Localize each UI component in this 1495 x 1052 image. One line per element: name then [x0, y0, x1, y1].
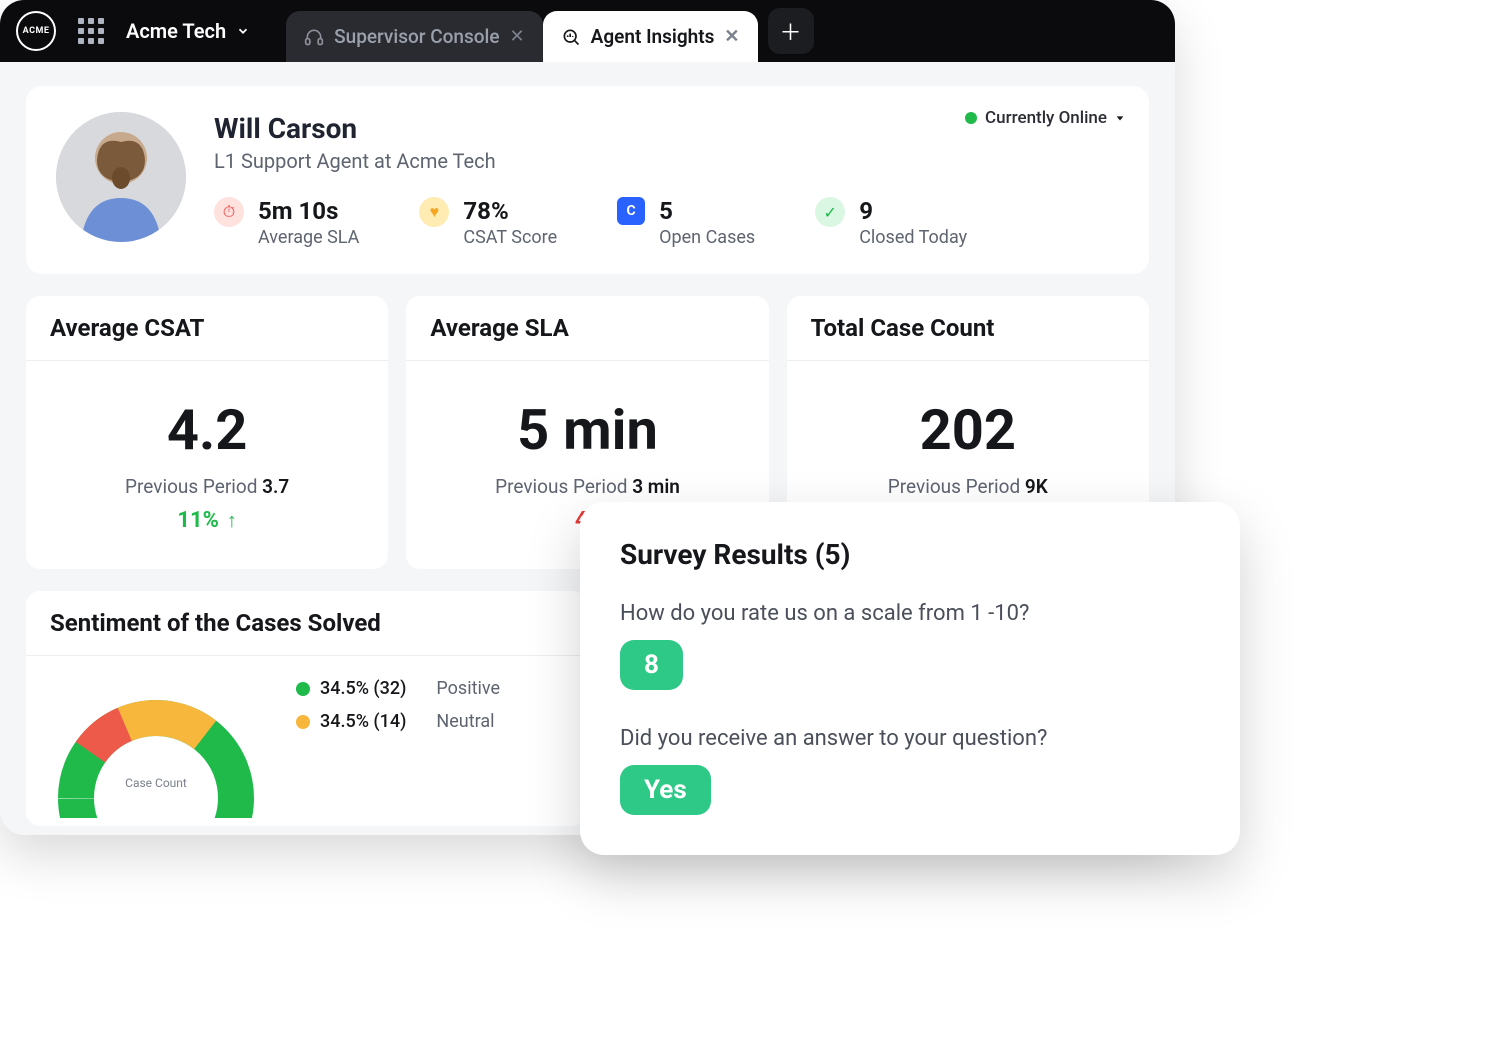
metric-value: 5 [659, 197, 755, 225]
survey-title: Survey Results (5) [620, 538, 1200, 571]
arrow-up-icon: ↑ [227, 508, 237, 533]
close-icon[interactable]: ✕ [724, 26, 739, 47]
legend-item-positive: 34.5% (32) Positive [296, 678, 500, 699]
survey-item: How do you rate us on a scale from 1 -10… [620, 601, 1200, 726]
survey-question: Did you receive an answer to your questi… [620, 726, 1200, 751]
survey-question: How do you rate us on a scale from 1 -10… [620, 601, 1200, 626]
metric-csat: ♥ 78%CSAT Score [419, 197, 557, 248]
profile-info: Will Carson L1 Support Agent at Acme Tec… [214, 112, 1119, 248]
avatar [56, 112, 186, 242]
kpi-previous: Previous Period 3.7 [125, 475, 289, 498]
kpi-previous: Previous Period 3 min [495, 475, 680, 498]
metric-avg-sla: ⏱ 5m 10sAverage SLA [214, 197, 359, 248]
kpi-title: Average SLA [406, 296, 768, 361]
org-name: Acme Tech [126, 19, 226, 43]
tab-bar: Supervisor Console ✕ Agent Insights ✕ ＋ [286, 0, 813, 62]
brand-logo-text: ACME [23, 26, 50, 36]
sentiment-legend: 34.5% (32) Positive 34.5% (14) Neutral [296, 678, 500, 732]
profile-card: Will Carson L1 Support Agent at Acme Tec… [26, 86, 1149, 274]
caret-down-icon [1115, 113, 1125, 123]
metric-value: 5m 10s [258, 197, 359, 225]
kpi-previous: Previous Period 9K [888, 475, 1048, 498]
tab-label: Agent Insights [591, 25, 715, 48]
chevron-down-icon [236, 24, 250, 38]
kpi-value: 4.2 [167, 397, 248, 463]
survey-results-popup: Survey Results (5) How do you rate us on… [580, 502, 1240, 855]
sentiment-donut-chart: Case Count [46, 678, 266, 818]
metric-value: 9 [859, 197, 967, 225]
headset-icon [304, 27, 324, 47]
tab-supervisor-console[interactable]: Supervisor Console ✕ [286, 11, 543, 62]
metric-open-cases: C 5Open Cases [617, 197, 755, 248]
status-label: Currently Online [985, 108, 1107, 128]
close-icon[interactable]: ✕ [510, 26, 525, 47]
add-tab-button[interactable]: ＋ [768, 8, 814, 54]
stopwatch-icon: ⏱ [214, 197, 244, 227]
kpi-avg-csat: Average CSAT 4.2 Previous Period 3.7 11%… [26, 296, 388, 569]
tab-agent-insights[interactable]: Agent Insights ✕ [543, 11, 758, 62]
status-selector[interactable]: Currently Online [965, 108, 1125, 128]
metric-label: Closed Today [859, 227, 967, 248]
legend-dot-icon [296, 715, 310, 729]
kpi-title: Average CSAT [26, 296, 388, 361]
sentiment-title: Sentiment of the Cases Solved [26, 591, 586, 656]
metric-label: CSAT Score [463, 227, 557, 248]
case-icon: C [617, 197, 645, 225]
survey-item: Did you receive an answer to your questi… [620, 726, 1200, 815]
status-dot-icon [965, 112, 977, 124]
profile-metrics: ⏱ 5m 10sAverage SLA ♥ 78%CSAT Score C 5O… [214, 197, 1119, 248]
metric-value: 78% [463, 197, 557, 225]
brand-logo[interactable]: ACME [16, 11, 56, 51]
survey-answer: 8 [620, 640, 683, 690]
org-switcher[interactable]: Acme Tech [126, 19, 250, 43]
tab-label: Supervisor Console [334, 25, 499, 48]
agent-role: L1 Support Agent at Acme Tech [214, 149, 1119, 173]
kpi-value: 5 min [517, 397, 658, 463]
kpi-delta: 11%↑ [177, 508, 237, 533]
analytics-icon [561, 27, 581, 47]
metric-label: Average SLA [258, 227, 359, 248]
plus-icon: ＋ [780, 15, 802, 47]
kpi-value: 202 [920, 397, 1016, 463]
legend-item-neutral: 34.5% (14) Neutral [296, 711, 500, 732]
metric-closed-today: ✓ 9Closed Today [815, 197, 967, 248]
survey-answer: Yes [620, 765, 711, 815]
legend-dot-icon [296, 682, 310, 696]
donut-caption: Case Count [46, 776, 266, 790]
metric-label: Open Cases [659, 227, 755, 248]
sentiment-card: Sentiment of the Cases Solved Case Count [26, 591, 586, 826]
heart-icon: ♥ [419, 197, 449, 227]
check-icon: ✓ [815, 197, 845, 227]
kpi-title: Total Case Count [787, 296, 1149, 361]
titlebar: ACME Acme Tech Supervisor Console ✕ Agen… [0, 0, 1175, 62]
app-launcher-icon[interactable] [78, 18, 104, 44]
